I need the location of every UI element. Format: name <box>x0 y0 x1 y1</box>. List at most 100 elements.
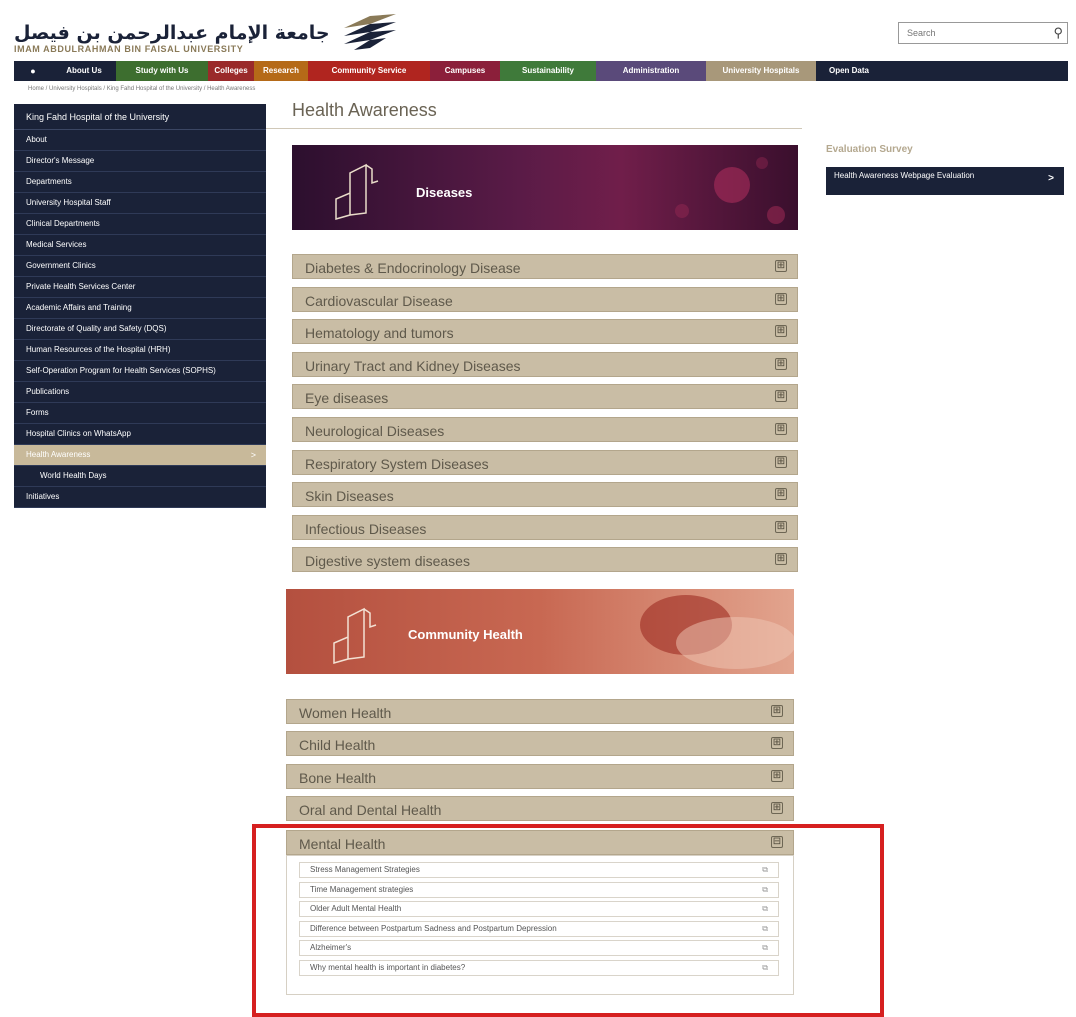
nav-item[interactable]: University Hospitals <box>706 61 816 81</box>
hospital-outline-icon <box>335 163 379 220</box>
expand-icon[interactable]: ⊞ <box>771 737 783 750</box>
accordion-label: Women Health <box>299 705 392 721</box>
accordion-label: Urinary Tract and Kidney Diseases <box>305 357 521 374</box>
accordion-item[interactable]: Cardiovascular Disease ⊞ <box>292 286 798 312</box>
accordion-label: Infectious Diseases <box>305 520 427 537</box>
accordion-label: Skin Diseases <box>305 488 394 505</box>
chevron-right-icon: > <box>1048 173 1054 184</box>
sidebar-item-label: Hospital Clinics on WhatsApp <box>26 429 131 438</box>
hands-illustration-icon <box>640 595 794 669</box>
nav-item[interactable]: Administration <box>596 61 706 81</box>
sidebar-header[interactable]: King Fahd Hospital of the University <box>14 104 266 130</box>
accordion-item[interactable]: Oral and Dental Health ⊞ <box>286 795 794 821</box>
sidebar-item[interactable]: Departments <box>14 172 266 193</box>
sidebar-item[interactable]: Clinical Departments <box>14 214 266 235</box>
title-divider <box>266 128 802 129</box>
search-box[interactable]: ⚲ <box>898 22 1068 44</box>
expand-icon[interactable]: ⊞ <box>775 260 787 272</box>
sidebar-item-label: Forms <box>26 408 49 417</box>
nav-item[interactable]: Sustainability <box>500 61 596 81</box>
evaluation-survey-link[interactable]: Health Awareness Webpage Evaluation > <box>826 167 1064 195</box>
sidebar-item-label: World Health Days <box>40 471 107 480</box>
expand-icon[interactable]: ⊞ <box>775 390 787 403</box>
accordion-label: Neurological Diseases <box>305 423 445 439</box>
expand-icon[interactable]: ⊞ <box>775 553 787 566</box>
sidebar-item-label: Government Clinics <box>26 261 96 270</box>
sidebar-item-label: University Hospital Staff <box>26 198 111 207</box>
sidebar-item[interactable]: Government Clinics <box>14 256 266 277</box>
nav-item[interactable]: Study with Us <box>116 61 208 81</box>
university-emblem-icon[interactable] <box>340 12 400 56</box>
sidebar-item[interactable]: University Hospital Staff <box>14 193 266 214</box>
nav-item[interactable]: About Us <box>52 61 116 81</box>
accordion-item[interactable]: Hematology and tumors ⊞ <box>292 319 798 345</box>
sidebar-item-label: Initiatives <box>26 492 60 501</box>
nav-item[interactable]: Open Data <box>816 61 882 81</box>
sidebar-item[interactable]: Publications <box>14 382 266 403</box>
accordion-label: Eye diseases <box>305 390 389 407</box>
accordion-item[interactable]: Women Health ⊞ <box>286 699 794 724</box>
sidebar-item[interactable]: About <box>14 130 266 151</box>
accordion-item[interactable]: Urinary Tract and Kidney Diseases ⊞ <box>292 351 798 377</box>
nav-item[interactable]: Research <box>254 61 308 81</box>
accordion-item[interactable]: Respiratory System Diseases ⊞ <box>292 449 798 475</box>
expand-icon[interactable]: ⊞ <box>775 423 787 435</box>
accordion-item[interactable]: Skin Diseases ⊞ <box>292 482 798 508</box>
university-logo-arabic[interactable]: جامعة الإمام عبدالرحمن بن فيصل <box>14 22 330 44</box>
sidebar-item[interactable]: Medical Services <box>14 235 266 256</box>
accordion-item[interactable]: Infectious Diseases ⊞ <box>292 514 798 540</box>
sidebar-item-label: Self-Operation Program for Health Servic… <box>26 366 216 375</box>
expand-icon[interactable]: ⊞ <box>775 488 787 501</box>
sidebar-item[interactable]: Self-Operation Program for Health Servic… <box>14 361 266 382</box>
sidebar-item[interactable]: Private Health Services Center <box>14 277 266 298</box>
chevron-right-icon: > <box>250 450 256 460</box>
evaluation-survey-title: Evaluation Survey <box>826 144 913 155</box>
sidebar-item-label: Private Health Services Center <box>26 282 136 291</box>
sidebar-item-label: Directorate of Quality and Safety (DQS) <box>26 324 167 333</box>
nav-item[interactable]: Community Service <box>308 61 430 81</box>
university-logo-english[interactable]: IMAM ABDULRAHMAN BIN FAISAL UNIVERSITY <box>14 44 243 54</box>
sidebar-item[interactable]: Directorate of Quality and Safety (DQS) <box>14 319 266 340</box>
expand-icon[interactable]: ⊞ <box>771 705 783 717</box>
accordion-item[interactable]: Eye diseases ⊞ <box>292 384 798 410</box>
accordion-item[interactable]: Neurological Diseases ⊞ <box>292 417 798 442</box>
sidebar-item-label: Departments <box>26 177 72 186</box>
accordion-label: Cardiovascular Disease <box>305 292 453 309</box>
accordion-item[interactable]: Digestive system diseases ⊞ <box>292 547 798 573</box>
expand-icon[interactable]: ⊞ <box>775 357 787 370</box>
sidebar-item[interactable]: Initiatives <box>14 487 266 508</box>
community-banner-label: Community Health <box>408 627 523 642</box>
page-title: Health Awareness <box>292 100 437 120</box>
expand-icon[interactable]: ⊞ <box>775 520 787 533</box>
nav-item[interactable]: Campuses <box>430 61 500 81</box>
hospital-outline-icon <box>333 607 377 664</box>
nav-item[interactable]: Colleges <box>208 61 254 81</box>
sidebar-item[interactable]: Director's Message <box>14 151 266 172</box>
home-icon[interactable]: ● <box>14 61 52 81</box>
search-input[interactable] <box>899 23 1039 43</box>
sidebar-item[interactable]: Academic Affairs and Training <box>14 298 266 319</box>
accordion-item[interactable]: Child Health ⊞ <box>286 731 794 757</box>
sidebar-item[interactable]: Human Resources of the Hospital (HRH) <box>14 340 266 361</box>
sidebar-item-label: Publications <box>26 387 70 396</box>
highlight-box <box>252 824 884 1017</box>
expand-icon[interactable]: ⊞ <box>775 325 787 338</box>
accordion-item[interactable]: Bone Health ⊞ <box>286 763 794 789</box>
expand-icon[interactable]: ⊞ <box>775 292 787 305</box>
sidebar-item[interactable]: World Health Days <box>14 466 266 487</box>
accordion-label: Child Health <box>299 737 376 754</box>
sidebar-item[interactable]: Hospital Clinics on WhatsApp <box>14 424 266 445</box>
expand-icon[interactable]: ⊞ <box>771 801 783 814</box>
search-icon[interactable]: ⚲ <box>1053 25 1063 41</box>
virus-illustration-icon <box>675 157 785 224</box>
sidebar-item[interactable]: Forms <box>14 403 266 424</box>
accordion-label: Hematology and tumors <box>305 325 454 342</box>
accordion-item[interactable]: Diabetes & Endocrinology Disease ⊞ <box>292 254 798 279</box>
accordion-label: Digestive system diseases <box>305 553 470 570</box>
sidebar-item[interactable]: Health Awareness > <box>14 445 266 466</box>
breadcrumb[interactable]: Home / University Hospitals / King Fahd … <box>28 86 255 92</box>
expand-icon[interactable]: ⊞ <box>771 769 783 782</box>
accordion-label: Oral and Dental Health <box>299 801 442 818</box>
main-navigation: ● About Us Study with Us Colleges Research C… <box>14 61 1068 81</box>
expand-icon[interactable]: ⊞ <box>775 455 787 468</box>
